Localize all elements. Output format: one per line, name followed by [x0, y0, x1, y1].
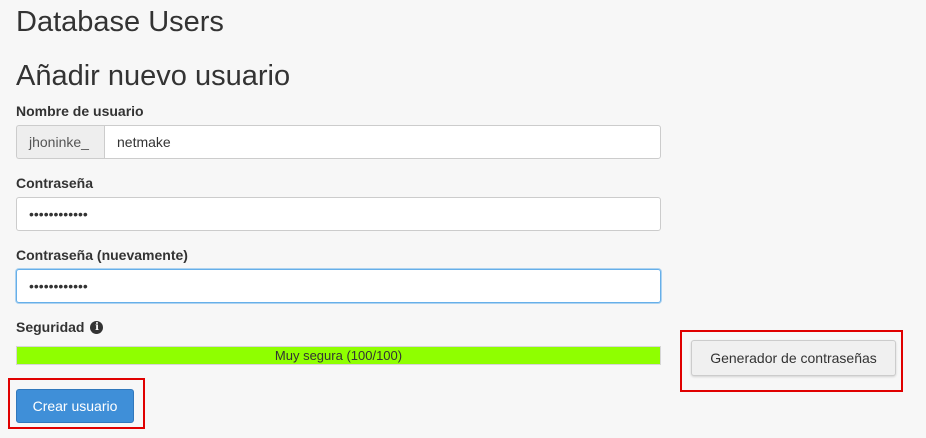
password-label: Contraseña — [16, 175, 94, 191]
password-strength-bar: Muy segura (100/100) — [16, 346, 661, 365]
password-again-input[interactable] — [16, 269, 661, 303]
create-user-button[interactable]: Crear usuario — [16, 389, 134, 423]
security-label: Seguridad — [16, 319, 85, 335]
info-icon[interactable]: i — [90, 320, 104, 334]
username-label: Nombre de usuario — [16, 103, 144, 119]
password-generator-button[interactable]: Generador de contraseñas — [691, 340, 896, 376]
username-input[interactable] — [104, 125, 661, 159]
username-input-group: jhoninke_ — [16, 125, 661, 159]
section-title: Añadir nuevo usuario — [16, 60, 291, 92]
password-again-label: Contraseña (nuevamente) — [16, 247, 188, 263]
page-title: Database Users — [16, 6, 224, 38]
security-row: Seguridad i — [16, 318, 104, 336]
password-strength-text: Muy segura (100/100) — [274, 348, 403, 363]
username-prefix: jhoninke_ — [16, 125, 104, 159]
password-input[interactable] — [16, 197, 661, 231]
